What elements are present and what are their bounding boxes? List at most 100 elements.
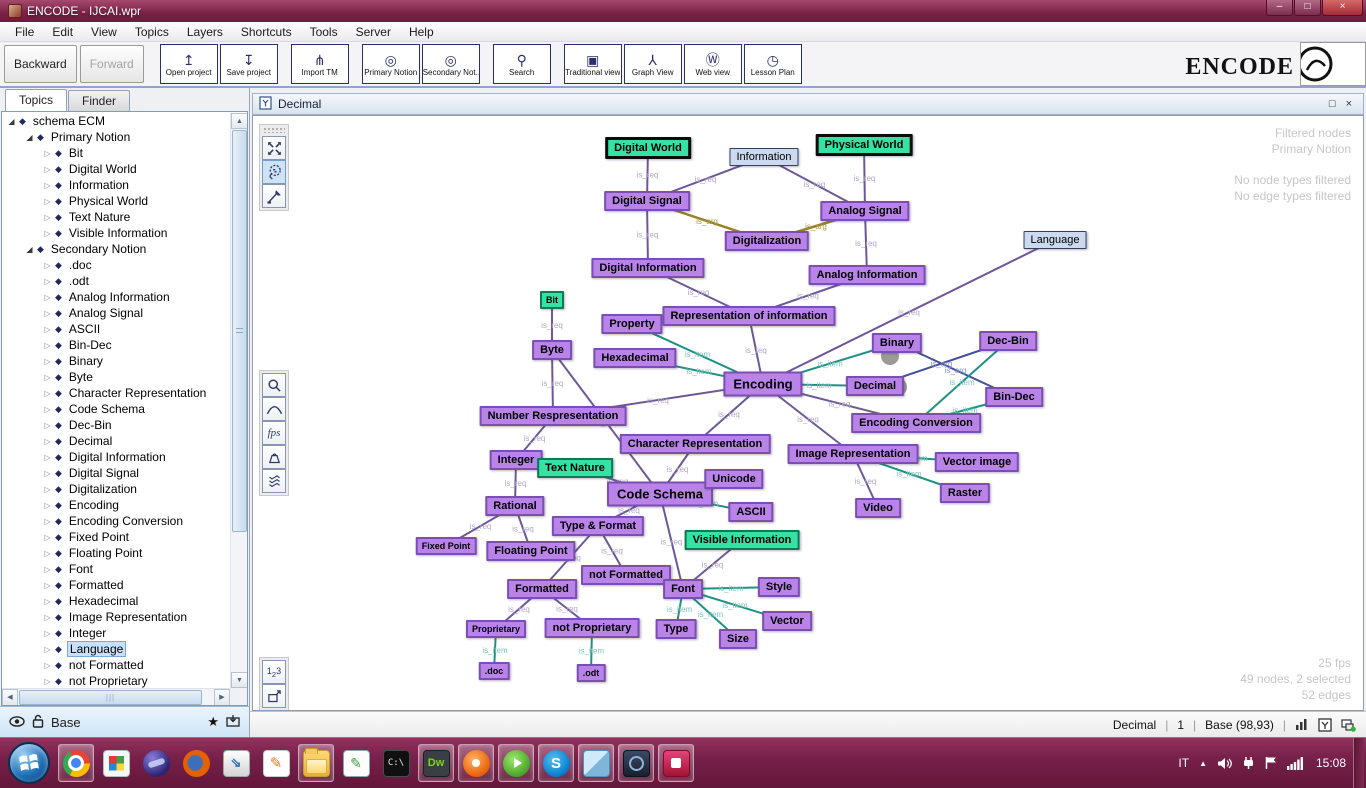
tree-item-binary[interactable]: ▷◆Binary (2, 353, 230, 369)
graph-node-proprietary[interactable]: Proprietary (466, 620, 526, 638)
tree-item-doc[interactable]: ▷◆.doc (2, 257, 230, 273)
forward-button[interactable]: Forward (80, 45, 144, 83)
graph-node-language[interactable]: Language (1024, 231, 1087, 249)
export-layer-icon[interactable] (226, 714, 240, 730)
tree-item-fixed-point[interactable]: ▷◆Fixed Point (2, 529, 230, 545)
titlebar[interactable]: ENCODE - IJCAI.wpr –□× (0, 0, 1366, 22)
graph-node-physical-world[interactable]: Physical World (816, 134, 913, 156)
graph-node-size[interactable]: Size (719, 629, 757, 649)
tree-item-visible-information[interactable]: ▷◆Visible Information (2, 225, 230, 241)
design-tool-taskbar-icon[interactable] (258, 744, 294, 782)
fit-view-icon[interactable] (262, 684, 286, 708)
spring-icon[interactable] (262, 469, 286, 493)
graph-node-image-representation[interactable]: Image Representation (788, 444, 919, 464)
red-app-taskbar-icon[interactable] (658, 744, 694, 782)
collapse-arrow-icon[interactable]: ◢ (24, 245, 35, 254)
expand-arrow-icon[interactable]: ▷ (42, 277, 53, 286)
graph-node-representation-of-information[interactable]: Representation of information (662, 306, 835, 326)
primary-notion-button[interactable]: ◎Primary Notion (362, 44, 420, 84)
scroll-up-arrow-icon[interactable]: ▲ (231, 113, 248, 129)
dreamweaver-taskbar-icon[interactable] (418, 744, 454, 782)
graph-node-character-representation[interactable]: Character Representation (620, 434, 771, 454)
unlock-icon[interactable] (32, 714, 44, 731)
graph-node-dec-bin[interactable]: Dec-Bin (979, 331, 1037, 351)
graph-node-ascii[interactable]: ASCII (728, 502, 773, 522)
tree-item-digital-world[interactable]: ▷◆Digital World (2, 161, 230, 177)
expand-arrow-icon[interactable]: ▷ (42, 421, 53, 430)
search-zoom-icon[interactable] (262, 373, 286, 397)
firefox-taskbar-icon[interactable] (178, 744, 214, 782)
search-button[interactable]: ⚲Search (493, 44, 551, 84)
tree-item-information[interactable]: ▷◆Information (2, 177, 230, 193)
media-green-taskbar-icon[interactable] (498, 744, 534, 782)
eclipse-taskbar-icon[interactable] (138, 744, 174, 782)
explorer-folder-taskbar-icon[interactable] (298, 744, 334, 782)
power-plug-icon[interactable] (1242, 756, 1255, 770)
expand-arrow-icon[interactable]: ▷ (42, 661, 53, 670)
graph-node-font[interactable]: Font (663, 579, 703, 599)
expand-arrow-icon[interactable]: ▷ (42, 469, 53, 478)
menu-view[interactable]: View (82, 23, 126, 41)
graph-node-odt[interactable]: .odt (577, 664, 606, 682)
weight-icon[interactable] (262, 445, 286, 469)
start-button[interactable] (8, 742, 50, 784)
tree-item-digital-signal[interactable]: ▷◆Digital Signal (2, 465, 230, 481)
tree-item-analog-information[interactable]: ▷◆Analog Information (2, 289, 230, 305)
graph-canvas[interactable]: is_reqis_reqis_reqis_reqis_argis_argis_r… (252, 115, 1364, 711)
tree-item-text-nature[interactable]: ▷◆Text Nature (2, 209, 230, 225)
minimize-button[interactable]: – (1266, 0, 1293, 16)
chrome-taskbar-icon[interactable] (58, 744, 94, 782)
expand-arrow-icon[interactable]: ▷ (42, 373, 53, 382)
tree-item-code-schema[interactable]: ▷◆Code Schema (2, 401, 230, 417)
graph-node-formatted[interactable]: Formatted (507, 579, 577, 599)
tray-expand-icon[interactable]: ▲ (1199, 759, 1207, 768)
draw-edge-icon[interactable] (262, 184, 286, 208)
expand-arrow-icon[interactable]: ▷ (42, 229, 53, 238)
expand-arrow-icon[interactable]: ▷ (42, 213, 53, 222)
visibility-eye-icon[interactable] (9, 715, 25, 730)
expand-arrow-icon[interactable]: ▷ (42, 197, 53, 206)
graph-node-encoding-conversion[interactable]: Encoding Conversion (851, 413, 981, 433)
graph-node-visible-information[interactable]: Visible Information (685, 530, 800, 550)
tree-item-physical-world[interactable]: ▷◆Physical World (2, 193, 230, 209)
graph-node-integer[interactable]: Integer (490, 450, 543, 470)
import-tm-button[interactable]: ⋔Import TM (291, 44, 349, 84)
graph-node-binary[interactable]: Binary (872, 333, 922, 353)
tree-item-primary-notion[interactable]: ◢◆Primary Notion (2, 129, 230, 145)
menu-tools[interactable]: Tools (301, 23, 347, 41)
taskbar-clock[interactable]: 15:08 (1313, 756, 1349, 770)
dark-app-taskbar-icon[interactable] (618, 744, 654, 782)
collapse-arrow-icon[interactable]: ◢ (6, 117, 17, 126)
lasso-select-icon[interactable] (262, 160, 286, 184)
network-signal-icon[interactable] (1287, 757, 1303, 770)
graph-node-not-proprietary[interactable]: not Proprietary (545, 618, 640, 638)
fps-icon[interactable]: fps (262, 421, 286, 445)
app-grid-taskbar-icon[interactable] (98, 744, 134, 782)
open-project-button[interactable]: ↥Open project (160, 44, 218, 84)
expand-arrow-icon[interactable]: ▷ (42, 629, 53, 638)
graph-node-raster[interactable]: Raster (940, 483, 990, 503)
graph-node-analog-signal[interactable]: Analog Signal (820, 201, 909, 221)
tree-item-encoding[interactable]: ▷◆Encoding (2, 497, 230, 513)
graph-node-bit[interactable]: Bit (540, 291, 564, 309)
blue-cube-taskbar-icon[interactable] (578, 744, 614, 782)
call-stats-icon[interactable] (1295, 718, 1309, 731)
expand-arrow-icon[interactable]: ▷ (42, 405, 53, 414)
tree-item-ascii[interactable]: ▷◆ASCII (2, 321, 230, 337)
skype-taskbar-icon[interactable] (538, 744, 574, 782)
expand-arrow-icon[interactable]: ▷ (42, 309, 53, 318)
expand-arrow-icon[interactable]: ▷ (42, 261, 53, 270)
tree-item-language[interactable]: ▷◆Language (2, 641, 230, 657)
graph-node-information[interactable]: Information (729, 148, 798, 166)
graph-node-code-schema[interactable]: Code Schema (607, 482, 713, 507)
graph-node-floating-point[interactable]: Floating Point (486, 541, 575, 561)
graph-node-bin-dec[interactable]: Bin-Dec (985, 387, 1043, 407)
secondary-not-button[interactable]: ◎Secondary Not... (422, 44, 480, 84)
expand-arrow-icon[interactable]: ▷ (42, 485, 53, 494)
expand-arrow-icon[interactable]: ▷ (42, 677, 53, 686)
graph-node-number-respresentation[interactable]: Number Respresentation (480, 406, 627, 426)
graph-node-digitalization[interactable]: Digitalization (725, 231, 809, 251)
expand-arrow-icon[interactable]: ▷ (42, 149, 53, 158)
web-view-button[interactable]: ⓌWeb view (684, 44, 742, 84)
expand-arrow-icon[interactable]: ▷ (42, 613, 53, 622)
